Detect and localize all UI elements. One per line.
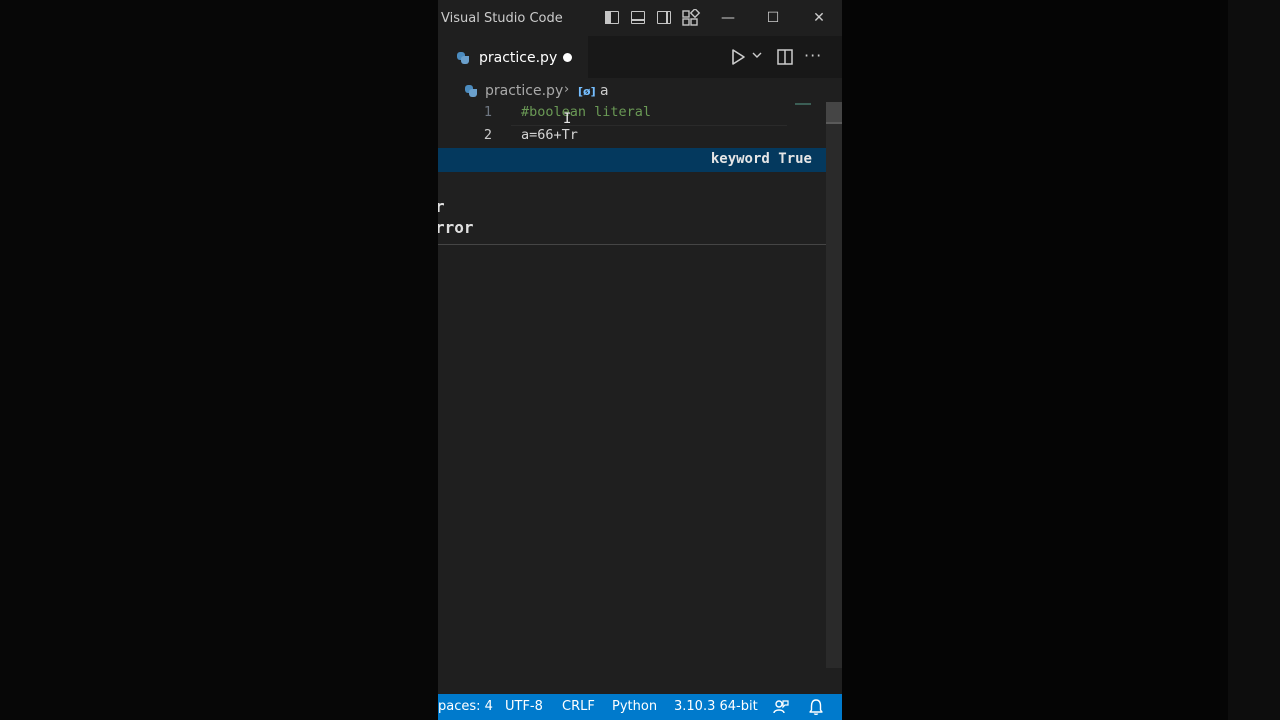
- app-title: Visual Studio Code: [441, 11, 563, 26]
- close-button[interactable]: ✕: [807, 8, 831, 28]
- title-bar: Visual Studio Code — ☐ ✕: [438, 0, 842, 36]
- breadcrumb: practice.py › [ø] a: [438, 78, 842, 102]
- suggest-widget[interactable]: keyword True r rror: [438, 148, 826, 245]
- breadcrumb-symbol[interactable]: a: [600, 83, 609, 99]
- unsaved-dot-icon[interactable]: [563, 53, 572, 62]
- feedback-icon[interactable]: [772, 698, 790, 716]
- toggle-secondary-sidebar-icon[interactable]: [655, 9, 675, 27]
- tab-practice-py[interactable]: practice.py: [438, 36, 588, 79]
- minimap[interactable]: [795, 103, 811, 105]
- suggest-item-selected[interactable]: keyword True: [438, 148, 826, 172]
- more-actions-button[interactable]: ···: [804, 46, 826, 66]
- chevron-right-icon: ›: [564, 82, 570, 97]
- right-strip: [1228, 0, 1280, 720]
- variable-icon: [ø]: [578, 85, 596, 98]
- status-language[interactable]: Python: [612, 699, 657, 714]
- line-number: 1: [483, 104, 492, 120]
- python-file-icon: [457, 52, 469, 64]
- maximize-button[interactable]: ☐: [761, 8, 785, 28]
- line-number: 2: [483, 127, 492, 143]
- code-text: a=66+Tr: [521, 127, 578, 143]
- toggle-primary-sidebar-icon[interactable]: [603, 9, 623, 27]
- breadcrumb-file[interactable]: practice.py: [485, 83, 563, 99]
- python-file-icon: [465, 85, 477, 97]
- status-bar: paces: 4 UTF-8 CRLF Python 3.10.3 64-bit: [438, 694, 842, 720]
- bell-icon[interactable]: [807, 698, 825, 716]
- status-eol[interactable]: CRLF: [562, 699, 595, 714]
- minimize-button[interactable]: —: [716, 8, 740, 28]
- suggest-detail: keyword True: [710, 151, 812, 167]
- scrollbar-position-marker: [826, 122, 842, 124]
- code-line[interactable]: 1 #boolean literal: [438, 104, 826, 126]
- mouse-cursor-icon: I: [563, 111, 572, 127]
- tab-label: practice.py: [479, 50, 558, 66]
- current-line-highlight: [511, 125, 787, 126]
- code-text: #boolean literal: [521, 104, 652, 120]
- run-icon[interactable]: [729, 48, 747, 66]
- left-letterbox: [0, 0, 438, 720]
- toggle-panel-icon[interactable]: [629, 9, 649, 27]
- status-interpreter[interactable]: 3.10.3 64-bit: [674, 699, 758, 714]
- vertical-scrollbar[interactable]: [826, 102, 842, 668]
- status-indentation[interactable]: paces: 4: [438, 699, 493, 714]
- chevron-down-icon[interactable]: [751, 49, 763, 63]
- right-letterbox: [842, 0, 1280, 720]
- vscode-window: Visual Studio Code — ☐ ✕ practice.py ···…: [438, 0, 842, 720]
- scrollbar-thumb[interactable]: [826, 102, 842, 122]
- suggest-item[interactable]: r: [438, 197, 445, 216]
- status-encoding[interactable]: UTF-8: [505, 699, 543, 714]
- split-editor-icon[interactable]: [776, 48, 794, 66]
- customize-layout-icon[interactable]: [681, 7, 701, 27]
- tab-bar: practice.py ···: [438, 36, 842, 79]
- suggest-item[interactable]: rror: [438, 218, 474, 237]
- code-line-active[interactable]: 2 a=66+Tr: [438, 127, 826, 149]
